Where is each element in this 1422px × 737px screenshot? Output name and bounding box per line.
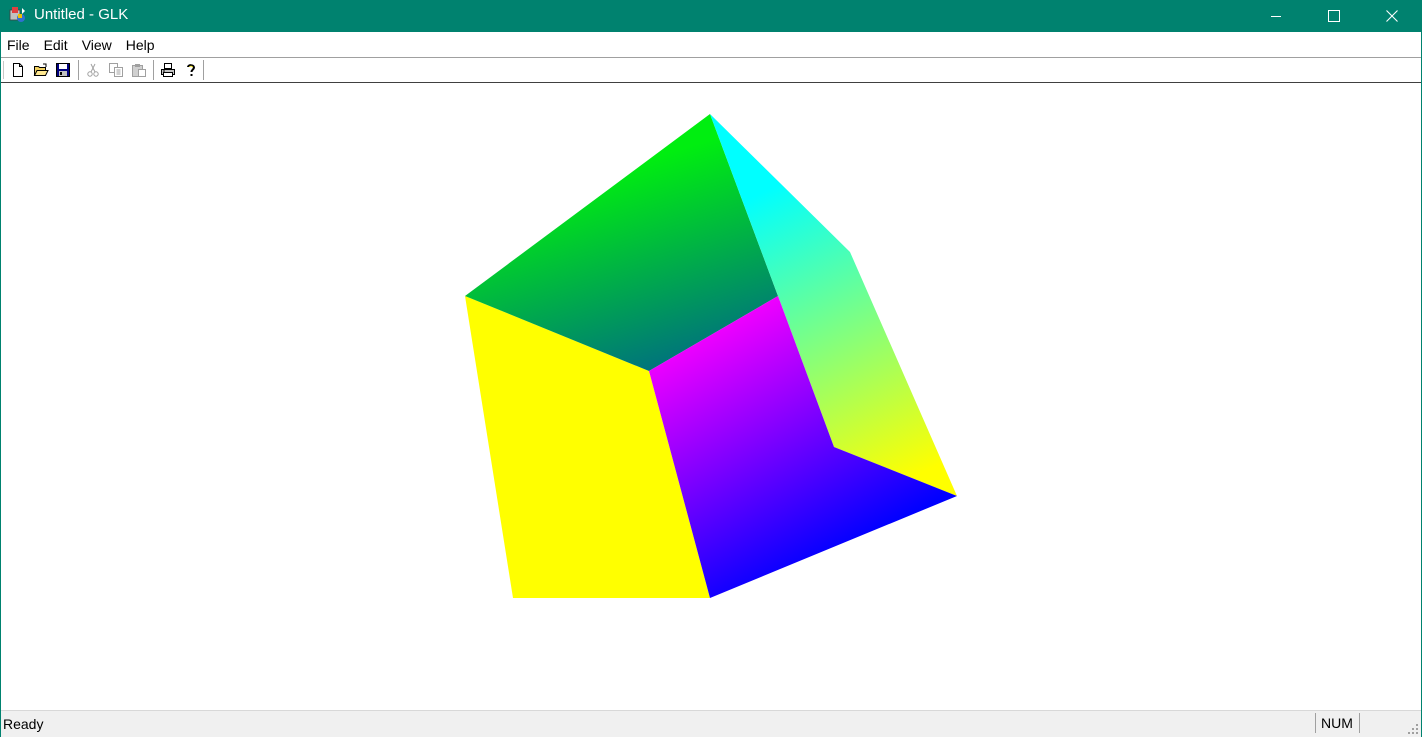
copy-button[interactable]: [106, 60, 126, 80]
maximize-icon: [1328, 10, 1340, 22]
open-folder-icon: [33, 63, 49, 76]
new-document-icon: [13, 63, 23, 77]
rgb-color-cube: [465, 114, 957, 598]
opengl-viewport[interactable]: [1, 83, 1421, 710]
num-lock-indicator: NUM: [1315, 713, 1359, 733]
cut-scissors-icon: [87, 63, 99, 77]
open-button[interactable]: [31, 60, 51, 80]
paste-button[interactable]: [129, 60, 149, 80]
paste-icon: [132, 64, 146, 77]
help-button[interactable]: [181, 60, 201, 80]
maximize-button[interactable]: [1305, 0, 1363, 32]
window-title: Untitled - GLK: [34, 6, 129, 23]
cut-button[interactable]: [83, 60, 103, 80]
title-bar[interactable]: Untitled - GLK: [1, 0, 1421, 32]
copy-icon: [109, 63, 123, 77]
save-button[interactable]: [53, 60, 73, 80]
status-bar: Ready NUM: [1, 710, 1421, 737]
menu-edit[interactable]: Edit: [37, 33, 75, 57]
close-button[interactable]: [1363, 0, 1421, 32]
help-question-icon: [187, 64, 196, 76]
menu-file[interactable]: File: [1, 33, 37, 57]
resize-grip-icon[interactable]: [1407, 723, 1419, 735]
app-icon[interactable]: [9, 6, 27, 24]
toolbar-separator: [78, 60, 79, 80]
scroll-lock-indicator: [1359, 713, 1405, 733]
save-disk-icon: [56, 63, 70, 77]
menu-view[interactable]: View: [75, 33, 119, 57]
print-icon: [161, 63, 175, 77]
minimize-button[interactable]: [1247, 0, 1305, 32]
menu-bar: File Edit View Help: [1, 33, 1421, 57]
app-window: Untitled - GLK File Edit View Help Ready…: [0, 0, 1422, 737]
toolbar-separator: [153, 60, 154, 80]
new-button[interactable]: [8, 60, 28, 80]
toolbar-separator: [203, 60, 204, 80]
minimize-icon: [1271, 16, 1281, 17]
menu-help[interactable]: Help: [119, 33, 162, 57]
close-icon: [1386, 10, 1398, 22]
toolbar-grip[interactable]: [3, 61, 6, 79]
toolbar: [1, 57, 1421, 83]
print-button[interactable]: [158, 60, 178, 80]
status-text: Ready: [3, 716, 44, 732]
